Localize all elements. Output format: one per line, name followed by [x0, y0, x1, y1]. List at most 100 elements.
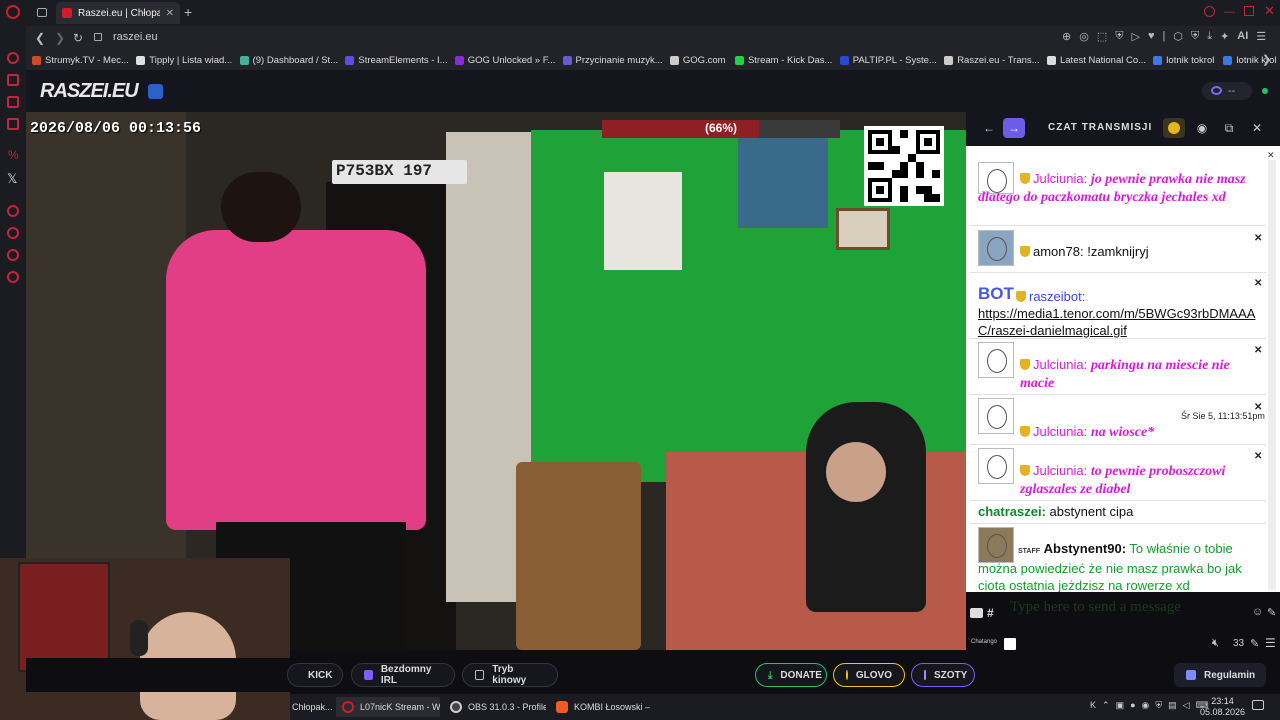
bookmark-item[interactable]: GOG.com	[664, 55, 729, 66]
sidebar-clock-icon[interactable]	[7, 249, 19, 261]
shield-tray-icon[interactable]: ⛨	[1155, 700, 1162, 711]
nvidia-tray-icon[interactable]: ▣	[1116, 700, 1125, 711]
regulamin-button[interactable]: Regulamin	[1174, 663, 1266, 687]
sidebar-player-icon[interactable]	[7, 205, 19, 217]
maximize-icon[interactable]	[1244, 6, 1254, 16]
ai-button[interactable]: AI	[1237, 30, 1248, 43]
sidebar-percent-icon[interactable]: %	[8, 148, 19, 162]
snapshot-icon[interactable]: ⬚	[1097, 30, 1107, 43]
sidebar-x-icon[interactable]: 𝕏	[7, 171, 17, 187]
mute-icon[interactable]: 🔇︎	[1212, 637, 1219, 650]
bookmark-item[interactable]: Strumyk.TV - Mec...	[26, 55, 130, 66]
chatango-label[interactable]: Chatango	[971, 639, 997, 645]
reload-icon[interactable]: ↻	[70, 30, 86, 46]
play-icon[interactable]: ▷	[1131, 30, 1139, 43]
bookmark-item[interactable]: (9) Dashboard / St...	[234, 55, 340, 66]
camera-upload-icon[interactable]	[970, 608, 983, 618]
url-input[interactable]: raszei.eu	[113, 31, 158, 43]
taskbar-item-folder[interactable]: Chłopak...	[286, 697, 334, 717]
search-tabs-icon[interactable]	[1204, 6, 1215, 17]
kick-tray-icon[interactable]: K	[1090, 700, 1096, 711]
donate-button[interactable]: ⤓ DONATE	[755, 663, 827, 687]
camera-icon[interactable]: ◎	[1079, 30, 1089, 43]
popout-icon[interactable]: ⧉	[1221, 120, 1237, 136]
discord-icon[interactable]: ◉	[1194, 120, 1210, 136]
chat-username[interactable]: chatraszei:	[978, 504, 1046, 519]
new-tab-button[interactable]: +	[184, 4, 192, 20]
sidebar-vk-icon[interactable]	[7, 118, 19, 130]
tab-close-icon[interactable]: ✕	[166, 8, 174, 19]
opera-logo-icon[interactable]	[6, 5, 20, 19]
chat-link[interactable]: https://media1.tenor.com/m/5BWGc93rbDMAA…	[978, 306, 1255, 338]
system-clock[interactable]: 23:14 05.08.2026	[1200, 696, 1245, 718]
bookmark-item[interactable]: Przycinanie muzyk...	[557, 55, 664, 66]
szoty-button[interactable]: SZOTY	[911, 663, 975, 687]
edit-icon[interactable]: ✎	[1267, 606, 1276, 619]
bookmarks-overflow-icon[interactable]: ❯	[1262, 53, 1271, 66]
chat-username[interactable]: Julciunia:	[1033, 463, 1087, 478]
taskbar-item-brave[interactable]: KOMBI Łosowski – ...	[550, 697, 650, 717]
chat-username[interactable]: Julciunia:	[1033, 171, 1087, 186]
sidebar-history-icon[interactable]	[7, 227, 19, 239]
kick-button[interactable]: KICK	[287, 663, 343, 687]
bezdomny-button[interactable]: Bezdomny IRL	[351, 663, 455, 687]
chat-username[interactable]: Abstynent90:	[1044, 541, 1126, 556]
taskbar-item-browser[interactable]: L07nicK Stream - W...	[336, 697, 440, 717]
close-window-icon[interactable]: ✕	[1264, 3, 1275, 19]
menu-icon[interactable]: ☰	[1256, 30, 1266, 43]
site-logo[interactable]: RASZEI.EU	[40, 80, 139, 103]
eye-icon	[1211, 86, 1222, 95]
sidebar-messenger-icon[interactable]	[7, 96, 19, 108]
login-icon[interactable]: ✎	[1250, 637, 1259, 650]
heart-icon[interactable]: ♥	[1148, 30, 1155, 43]
download-icon[interactable]: ⤓	[1207, 30, 1212, 43]
delete-message-icon[interactable]: ✕	[1254, 451, 1262, 462]
sidebar-bag-icon[interactable]	[7, 74, 19, 86]
bookmark-item[interactable]: GOG Unlocked » F...	[449, 55, 557, 66]
extensions-icon[interactable]: ⬡	[1173, 30, 1183, 43]
bookmark-item[interactable]: PALTIP.PL - Syste...	[834, 55, 938, 66]
address-bar-actions: ⊕ ◎ ⬚ ⛨ ▷ ♥ | ⬡ ⛨ ⤓ ✦ AI ☰	[1062, 30, 1266, 43]
discord-tray-icon[interactable]: ◉	[1142, 700, 1150, 711]
chat-forward-button[interactable]: →	[1003, 118, 1025, 138]
bookmark-item[interactable]: lotnik tokrol	[1147, 55, 1217, 66]
arrow-tray-icon[interactable]: ⌃	[1102, 700, 1110, 711]
bookmark-item[interactable]: Tipply | Lista wiad...	[130, 55, 233, 66]
network-tray-icon[interactable]: ▤	[1168, 700, 1177, 711]
bookmark-item[interactable]: StreamElements - I...	[339, 55, 448, 66]
zoom-icon[interactable]: ⊕	[1062, 30, 1071, 43]
chat-username[interactable]: raszeibot:	[1029, 289, 1085, 304]
chat-close-icon[interactable]: ✕	[1249, 120, 1265, 136]
chat-back-icon[interactable]: ←	[981, 120, 997, 136]
chat-menu-icon[interactable]: ☰	[1265, 636, 1276, 650]
emoji-icon[interactable]: ☺	[1252, 606, 1263, 618]
glovo-button[interactable]: GLOVO	[833, 663, 905, 687]
cinema-mode-button[interactable]: Tryb kinowy	[462, 663, 558, 687]
minimize-icon[interactable]: —	[1224, 6, 1235, 18]
sidebar-settings-icon[interactable]	[7, 271, 19, 283]
tab-raszei[interactable]: Raszei.eu | Chłopaki z Rasz ✕	[56, 2, 180, 24]
chat-username[interactable]: Julciunia:	[1033, 424, 1087, 439]
volume-tray-icon[interactable]: ◁	[1183, 700, 1190, 711]
bookmark-item[interactable]: Stream - Kick Das...	[729, 55, 834, 66]
chat-message-input[interactable]: Type here to send a message	[1002, 594, 1244, 626]
notifications-icon[interactable]	[1252, 700, 1264, 710]
chat-username[interactable]: amon78:	[1033, 244, 1084, 259]
mic-tray-icon[interactable]: ●	[1130, 700, 1135, 711]
forward-icon[interactable]: ❯	[52, 30, 68, 46]
delete-message-icon[interactable]: ✕	[1254, 345, 1262, 356]
tipply-badge-icon[interactable]	[148, 84, 163, 99]
bookmark-item[interactable]: Latest National Co...	[1041, 55, 1147, 66]
back-icon[interactable]: ❮	[32, 30, 48, 46]
chat-scrollbar[interactable]	[1268, 160, 1276, 590]
taskbar-item-obs[interactable]: OBS 31.0.3 - Profile:...	[444, 697, 546, 717]
coin-button[interactable]	[1163, 118, 1185, 138]
sidebar-aria-icon[interactable]	[7, 52, 19, 64]
workspaces-icon[interactable]	[37, 8, 47, 17]
bookmark-item[interactable]: Raszei.eu - Trans...	[938, 55, 1041, 66]
aria-icon[interactable]: ✦	[1220, 30, 1229, 43]
adblock-icon[interactable]: ⛨	[1115, 30, 1123, 43]
hashtag-button[interactable]: #	[987, 606, 994, 620]
shield-ext-icon[interactable]: ⛨	[1191, 30, 1199, 43]
chat-username[interactable]: Julciunia:	[1033, 357, 1087, 372]
